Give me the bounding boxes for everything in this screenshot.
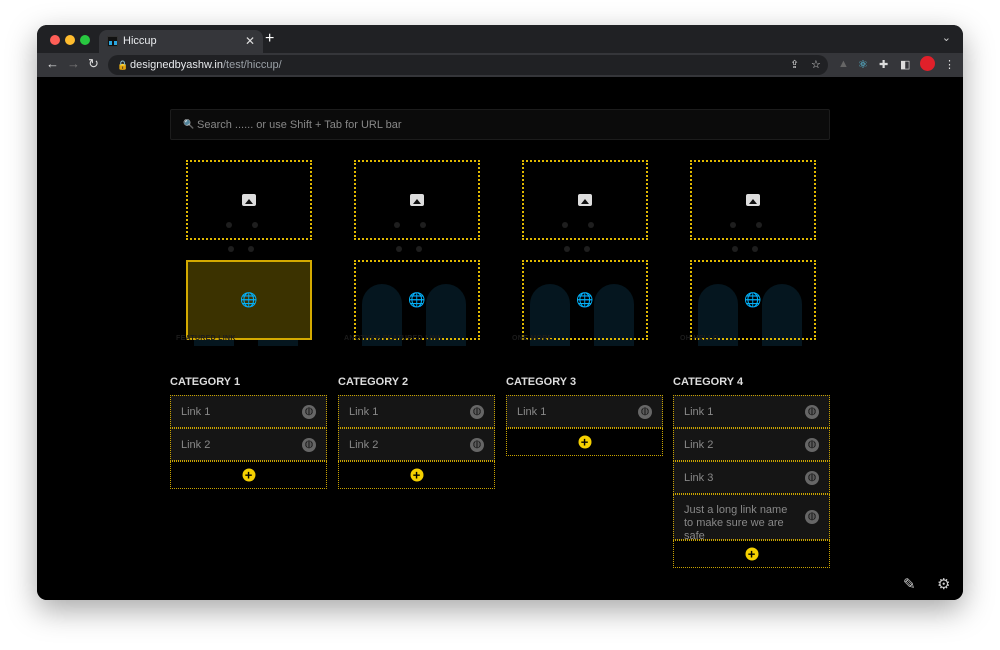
extensions-puzzle-icon[interactable]: ✚	[879, 58, 888, 71]
tab-title: Hiccup	[123, 35, 157, 47]
url-bar[interactable]: 🔒 designedbyashw.in/test/hiccup/ ⇪ ☆	[108, 55, 828, 75]
category-column: CATEGORY 3 Link 1 ◍ +	[506, 376, 663, 456]
browser-window: Hiccup ✕ + ⌄ ← → ↻ 🔒 designedbyashw.in/t…	[37, 25, 963, 600]
category-title: CATEGORY 2	[338, 376, 409, 388]
plus-circle-icon: +	[745, 547, 758, 561]
page-content: 🔍 Search ...... or use Shift + Tab for U…	[37, 77, 963, 600]
reload-icon[interactable]: ↻	[88, 56, 99, 72]
globe-icon: 🌐	[576, 291, 594, 308]
category-title: CATEGORY 3	[506, 376, 577, 388]
favicon-icon	[107, 36, 118, 47]
link-label: Link 1	[684, 406, 714, 418]
link-item[interactable]: Link 2 ◍	[338, 428, 495, 461]
add-link-button[interactable]: +	[170, 461, 327, 489]
link-label: Link 1	[517, 406, 547, 418]
add-link-button[interactable]: +	[506, 428, 663, 456]
link-label: Link 2	[349, 439, 379, 451]
close-tab-icon[interactable]: ✕	[245, 34, 255, 48]
search-input[interactable]: 🔍 Search ...... or use Shift + Tab for U…	[170, 109, 830, 140]
image-icon	[746, 194, 760, 206]
settings-gear-icon[interactable]: ⚙	[937, 575, 950, 593]
globe-icon: ◍	[302, 404, 316, 419]
image-icon	[242, 194, 256, 206]
category-column: CATEGORY 1 Link 1 ◍ Link 2 ◍ +	[170, 376, 327, 489]
decorative-dots	[224, 222, 264, 252]
globe-icon: 🌐	[240, 291, 258, 308]
menu-kebab-icon[interactable]: ⋮	[944, 58, 955, 71]
search-placeholder: Search ...... or use Shift + Tab for URL…	[197, 119, 402, 131]
plus-circle-icon: +	[410, 468, 423, 482]
tab-bar: Hiccup ✕ + ⌄	[37, 25, 963, 53]
globe-icon: ◍	[805, 510, 819, 524]
link-label: Link 3	[684, 472, 714, 484]
add-link-button[interactable]: +	[338, 461, 495, 489]
image-icon	[578, 194, 592, 206]
maximize-window-button[interactable]	[80, 35, 90, 45]
url-path: /test/hiccup/	[222, 59, 282, 71]
link-label: Link 1	[349, 406, 379, 418]
back-icon[interactable]: ←	[46, 56, 59, 71]
bookmark-star-icon[interactable]: ☆	[811, 58, 821, 71]
featured-link-tile[interactable]: 🌐	[186, 260, 312, 340]
link-item[interactable]: Link 1 ◍	[506, 395, 663, 428]
link-item[interactable]: Link 2 ◍	[673, 428, 830, 461]
category-column: CATEGORY 2 Link 1 ◍ Link 2 ◍ +	[338, 376, 495, 489]
link-item[interactable]: Just a long link name to make sure we ar…	[673, 494, 830, 542]
new-tab-icon[interactable]: +	[265, 30, 274, 48]
featured-link-tile[interactable]: 🌐	[354, 260, 480, 340]
decorative-dots	[392, 222, 432, 252]
featured-link-label: ANOTHER FEATURED LINK	[344, 335, 443, 342]
link-item[interactable]: Link 1 ◍	[673, 395, 830, 428]
link-label: Link 2	[181, 439, 211, 451]
globe-icon: ◍	[805, 404, 819, 419]
plus-circle-icon: +	[242, 468, 255, 482]
globe-icon: 🌐	[408, 291, 426, 308]
globe-icon: ◍	[470, 437, 484, 452]
featured-link-label: FEATURED LINK	[176, 335, 236, 342]
plus-circle-icon: +	[578, 435, 591, 449]
globe-icon: 🌐	[744, 291, 762, 308]
globe-icon: ◍	[302, 437, 316, 452]
react-devtools-icon[interactable]: ⚛	[858, 58, 868, 71]
minimize-window-button[interactable]	[65, 35, 75, 45]
image-icon	[410, 194, 424, 206]
link-item[interactable]: Link 3 ◍	[673, 461, 830, 494]
forward-icon[interactable]: →	[67, 56, 80, 71]
edit-pencil-icon[interactable]: ✎	[903, 575, 916, 593]
featured-link-tile[interactable]: 🌐	[522, 260, 648, 340]
tab-search-chevron-icon[interactable]: ⌄	[942, 31, 951, 44]
decorative-dots	[728, 222, 768, 252]
category-title: CATEGORY 1	[170, 376, 241, 388]
featured-link-tile[interactable]: 🌐	[690, 260, 816, 340]
globe-icon: ◍	[805, 437, 819, 452]
link-label: Link 2	[684, 439, 714, 451]
profile-avatar[interactable]	[920, 56, 935, 71]
url-host: designedbyashw.in	[130, 59, 223, 71]
category-column: CATEGORY 4 Link 1 ◍ Link 2 ◍ Link 3 ◍ Just a lo…	[673, 376, 830, 568]
add-link-button[interactable]: +	[673, 540, 830, 568]
lock-icon: 🔒	[117, 60, 129, 70]
decorative-dots	[560, 222, 600, 252]
link-item[interactable]: Link 2 ◍	[170, 428, 327, 461]
link-item[interactable]: Link 1 ◍	[170, 395, 327, 428]
link-label: Just a long link name to make sure we ar…	[684, 504, 788, 542]
search-icon: 🔍	[183, 119, 195, 129]
link-item[interactable]: Link 1 ◍	[338, 395, 495, 428]
side-panel-icon[interactable]: ◧	[900, 58, 910, 71]
close-window-button[interactable]	[50, 35, 60, 45]
category-title: CATEGORY 4	[673, 376, 744, 388]
globe-icon: ◍	[805, 470, 819, 485]
share-icon[interactable]: ⇪	[790, 58, 799, 71]
extension-icon[interactable]: ▲	[838, 58, 849, 70]
globe-icon: ◍	[638, 404, 652, 419]
featured-link-label: OH HELLO	[680, 335, 719, 342]
featured-link-label: ONE MORE	[512, 335, 553, 342]
link-label: Link 1	[181, 406, 211, 418]
globe-icon: ◍	[470, 404, 484, 419]
browser-tab[interactable]: Hiccup ✕	[99, 30, 263, 53]
browser-toolbar: ← → ↻ 🔒 designedbyashw.in/test/hiccup/ ⇪…	[37, 53, 963, 77]
